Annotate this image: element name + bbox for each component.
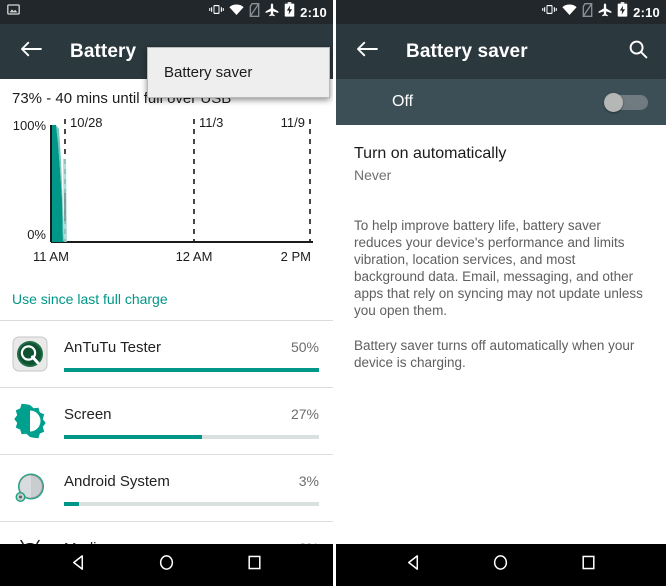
nav-home-icon (158, 554, 175, 576)
chart-annotation-1028: 10/28 (70, 115, 103, 130)
chart-annotation-119: 11/9 (281, 115, 305, 130)
turn-on-automatically-title[interactable]: Turn on automatically (354, 145, 644, 163)
battery-history-chart: 100% 0% 10/28 11/3 11/9 11 AM 12 AM 2 PM (0, 113, 333, 283)
dual-screenshot: 2:10 Battery Battery saver 73% - 40 mins… (0, 0, 666, 586)
app-percent: 27% (290, 405, 319, 422)
search-icon (628, 39, 648, 64)
chart-ytick-100: 100% (13, 118, 47, 133)
description-paragraph-1: To help improve battery life, battery sa… (354, 218, 643, 318)
use-since-last-full-charge-link[interactable]: Use since last full charge (12, 291, 168, 307)
airplane-mode-icon (265, 3, 279, 22)
status-bar: 2:10 (336, 0, 666, 24)
wifi-icon (229, 3, 244, 21)
app-usage-row-mediaserver-clipped[interactable]: Mediaserver 2% (0, 522, 333, 544)
sim-off-icon (582, 2, 593, 22)
airplane-mode-icon (598, 3, 612, 22)
vibrate-icon (209, 3, 224, 21)
nav-recents-button[interactable] (235, 548, 275, 582)
action-bar-battery-saver: Battery saver (336, 24, 666, 79)
turn-on-automatically-value: Never (354, 167, 392, 183)
back-arrow-icon (356, 40, 378, 63)
nav-recents-button[interactable] (568, 548, 608, 582)
android-system-icon (10, 468, 50, 508)
app-usage-body: AnTuTu Tester 50% (64, 337, 319, 372)
switch-thumb (604, 93, 623, 112)
chart-ytick-0: 0% (27, 227, 46, 242)
battery-saver-switch[interactable] (604, 93, 648, 112)
app-usage-row-screen[interactable]: Screen 27% (0, 388, 333, 454)
description-paragraph-2: Battery saver turns off automatically wh… (354, 338, 635, 370)
battery-charging-icon (284, 2, 295, 22)
usage-bar-fill (64, 501, 80, 506)
app-percent: 2% (299, 540, 319, 545)
navigation-bar (0, 544, 333, 586)
app-usage-body: Screen 27% (64, 404, 319, 439)
page-title: Battery (70, 40, 137, 62)
action-bar-battery: Battery Battery saver (0, 24, 333, 98)
nav-home-button[interactable] (146, 548, 186, 582)
app-usage-body: Android System 3% (64, 471, 319, 506)
use-since-link-row: Use since last full charge (0, 283, 333, 320)
app-usage-row-antutu[interactable]: AnTuTu Tester 50% (0, 321, 333, 387)
app-name: Mediaserver (64, 540, 299, 545)
app-name: Screen (64, 405, 112, 423)
left-phone-screen: 2:10 Battery Battery saver 73% - 40 mins… (0, 0, 333, 586)
screen-brightness-icon (10, 401, 50, 441)
right-phone-screen: 2:10 Battery saver Off Turn on automatic… (333, 0, 666, 586)
app-usage-body: Mediaserver 2% (64, 538, 319, 545)
navigation-bar (336, 544, 666, 586)
nav-home-button[interactable] (481, 548, 521, 582)
usage-bar-fill (64, 367, 319, 372)
battery-saver-content: Turn on automatically Never To help impr… (336, 125, 666, 544)
nav-back-button[interactable] (394, 548, 434, 582)
nav-recents-icon (246, 554, 263, 576)
usage-bar-track (64, 367, 319, 372)
status-clock: 2:10 (300, 4, 327, 20)
usage-bar-track (64, 501, 319, 506)
app-name: AnTuTu Tester (64, 338, 161, 356)
usage-bar-track (64, 434, 319, 439)
app-usage-row-android-system[interactable]: Android System 3% (0, 455, 333, 521)
menu-item-battery-saver[interactable]: Battery saver (164, 64, 252, 81)
nav-home-icon (492, 554, 509, 576)
nav-recents-icon (580, 554, 597, 576)
battery-saver-toggle-row[interactable]: Off (336, 79, 666, 125)
chart-annotation-113: 11/3 (199, 115, 223, 130)
usage-bar-fill (64, 434, 202, 439)
screenshot-icon (7, 3, 20, 21)
back-arrow-icon (20, 40, 42, 63)
wifi-icon (562, 3, 577, 21)
chart-xtick-11am: 11 AM (33, 249, 69, 264)
app-name: Android System (64, 472, 170, 490)
battery-content: 73% - 40 mins until full over USB 100% 0… (0, 79, 333, 544)
chart-xtick-12am: 12 AM (176, 249, 213, 264)
back-button[interactable] (14, 35, 48, 69)
nav-back-button[interactable] (58, 548, 98, 582)
search-button[interactable] (622, 36, 654, 68)
chart-xtick-2pm: 2 PM (281, 249, 311, 264)
app-percent: 50% (290, 338, 319, 355)
vibrate-icon (542, 3, 557, 21)
battery-saver-state-label: Off (392, 93, 414, 110)
sim-off-icon (249, 2, 260, 22)
status-bar: 2:10 (0, 0, 333, 24)
nav-back-icon (405, 554, 422, 576)
page-title: Battery saver (406, 40, 528, 62)
status-clock: 2:10 (633, 4, 660, 20)
app-percent: 3% (298, 472, 319, 489)
nav-back-icon (70, 554, 87, 576)
overflow-popup-menu: Battery saver (147, 47, 330, 98)
back-button[interactable] (350, 35, 384, 69)
antutu-app-icon (10, 334, 50, 374)
chart-svg: 100% 0% 10/28 11/3 11/9 11 AM 12 AM 2 PM (13, 115, 313, 264)
battery-charging-icon (617, 2, 628, 22)
android-robot-icon (10, 535, 50, 544)
